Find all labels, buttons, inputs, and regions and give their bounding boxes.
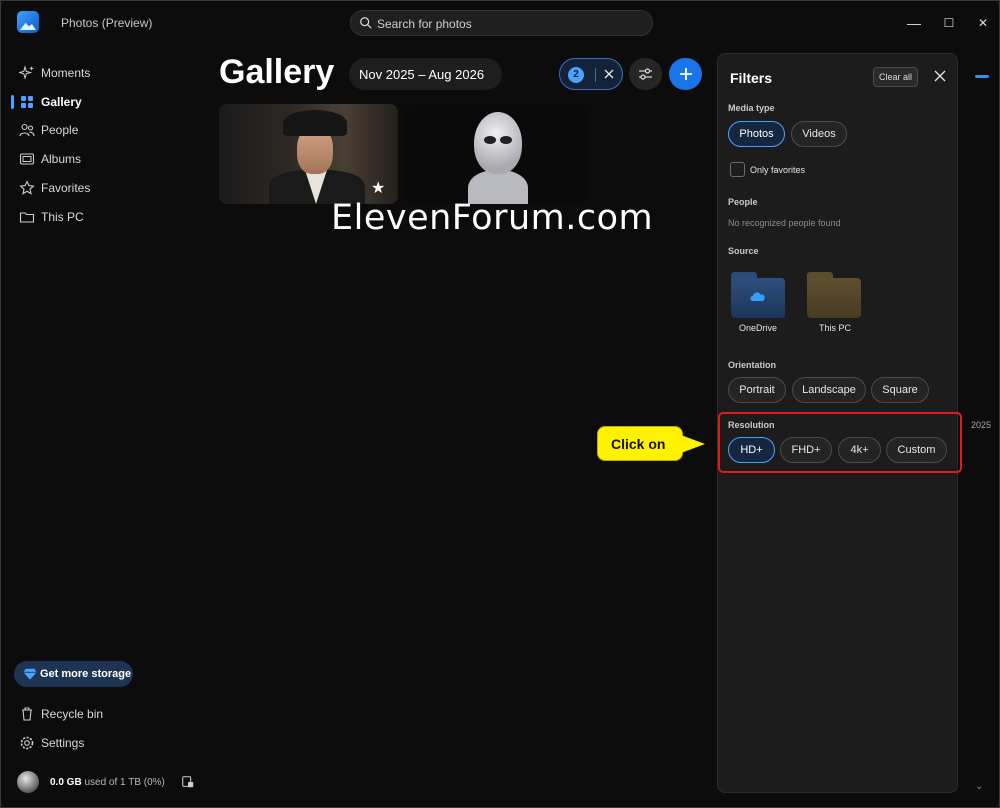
filters-title: Filters <box>730 70 773 86</box>
chip-divider <box>595 68 596 82</box>
clear-all-button[interactable]: Clear all <box>873 67 918 87</box>
app-title: Photos (Preview) <box>61 16 153 30</box>
star-icon <box>19 180 35 195</box>
people-note: No recognized people found <box>728 218 841 228</box>
photo-thumbnail[interactable]: ★ <box>219 104 398 204</box>
usage-detail: used of 1 TB (0%) <box>84 777 165 788</box>
albums-icon <box>19 153 35 165</box>
click-on-callout: Click on <box>597 426 683 461</box>
folder-icon <box>19 212 35 223</box>
filter-count-badge: 2 <box>568 67 584 83</box>
search-input[interactable]: Search for photos <box>350 10 653 36</box>
sidebar-item-label: People <box>41 123 79 137</box>
device-sync-icon[interactable] <box>181 775 195 789</box>
cloud-icon <box>750 292 765 301</box>
chevron-down-icon[interactable]: ⌄ <box>975 781 983 792</box>
orientation-landscape-option[interactable]: Landscape <box>792 377 866 403</box>
media-type-videos-option[interactable]: Videos <box>791 121 847 147</box>
media-type-heading: Media type <box>728 103 775 113</box>
timeline-year-label[interactable]: 2025 <box>971 420 991 430</box>
media-type-photos-option[interactable]: Photos <box>728 121 785 147</box>
watermark-text: ElevenForum.com <box>331 198 654 238</box>
orientation-portrait-option[interactable]: Portrait <box>728 377 786 403</box>
get-more-storage-button[interactable]: Get more storage <box>14 661 133 687</box>
source-heading: Source <box>728 246 759 256</box>
photos-app-icon <box>17 11 39 33</box>
sidebar-item-people[interactable]: People <box>13 118 193 142</box>
source-this-pc-option[interactable] <box>807 272 865 318</box>
storage-button-label: Get more storage <box>40 668 132 680</box>
source-onedrive-option[interactable] <box>731 272 789 318</box>
resolution-highlight-box <box>718 412 962 473</box>
maximize-button[interactable]: ☐ <box>939 13 959 33</box>
clear-filters-icon[interactable] <box>601 66 617 82</box>
sidebar-item-favorites[interactable]: Favorites <box>13 176 193 200</box>
source-this-pc-label: This PC <box>819 323 852 333</box>
timeline-position-marker[interactable] <box>975 75 989 78</box>
storage-usage: 0.0 GB used of 1 TB (0%) <box>50 777 165 788</box>
gallery-icon <box>21 96 33 108</box>
sidebar-item-label: Settings <box>41 736 85 750</box>
callout-pointer <box>681 435 705 453</box>
usage-amount: 0.0 GB <box>50 777 82 788</box>
diamond-icon <box>23 668 37 680</box>
only-favorites-label: Only favorites <box>750 165 806 175</box>
search-placeholder: Search for photos <box>377 17 472 31</box>
avatar[interactable] <box>17 771 39 793</box>
sidebar-item-recycle-bin[interactable]: Recycle bin <box>13 702 193 726</box>
sidebar-item-moments[interactable]: Moments <box>13 61 193 85</box>
orientation-heading: Orientation <box>728 360 777 370</box>
sidebar-item-this-pc[interactable]: This PC <box>13 205 193 229</box>
plus-icon <box>680 68 692 80</box>
active-indicator <box>11 95 14 109</box>
gear-icon <box>20 736 34 750</box>
photos-window: Photos (Preview) Search for photos — ☐ ✕… <box>0 0 1000 808</box>
sidebar-item-gallery[interactable]: Gallery <box>11 90 193 114</box>
active-filters-chip[interactable]: 2 <box>559 58 623 90</box>
add-button[interactable] <box>669 58 702 90</box>
search-icon <box>360 17 372 29</box>
minimize-button[interactable]: — <box>904 13 924 33</box>
date-range-button[interactable]: Nov 2025 – Aug 2026 <box>349 58 502 90</box>
only-favorites-checkbox[interactable] <box>730 162 745 177</box>
sidebar-item-label: Gallery <box>41 95 82 109</box>
sidebar-item-label: Moments <box>41 66 91 80</box>
sidebar-item-albums[interactable]: Albums <box>13 147 193 171</box>
source-onedrive-label: OneDrive <box>739 323 778 333</box>
title-bar: Photos (Preview) Search for photos — ☐ ✕ <box>1 1 1000 45</box>
favorite-star-icon: ★ <box>371 180 386 197</box>
trash-icon <box>22 707 32 721</box>
sidebar-item-label: Recycle bin <box>41 707 104 721</box>
sliders-icon <box>639 68 652 80</box>
sidebar-item-label: This PC <box>41 210 84 224</box>
close-icon[interactable] <box>933 69 947 83</box>
photo-thumbnail[interactable] <box>406 104 587 204</box>
callout-text: Click on <box>611 436 666 452</box>
filter-button[interactable] <box>629 58 662 90</box>
close-button[interactable]: ✕ <box>973 13 993 33</box>
date-range-label: Nov 2025 – Aug 2026 <box>359 67 485 82</box>
people-icon <box>19 123 35 137</box>
people-heading: People <box>728 197 758 207</box>
orientation-square-option[interactable]: Square <box>871 377 929 403</box>
sparkle-icon <box>19 65 34 80</box>
sidebar-item-label: Albums <box>41 152 82 166</box>
sidebar-item-label: Favorites <box>41 181 91 195</box>
sidebar-item-settings[interactable]: Settings <box>13 731 193 755</box>
page-title: Gallery <box>219 53 335 91</box>
